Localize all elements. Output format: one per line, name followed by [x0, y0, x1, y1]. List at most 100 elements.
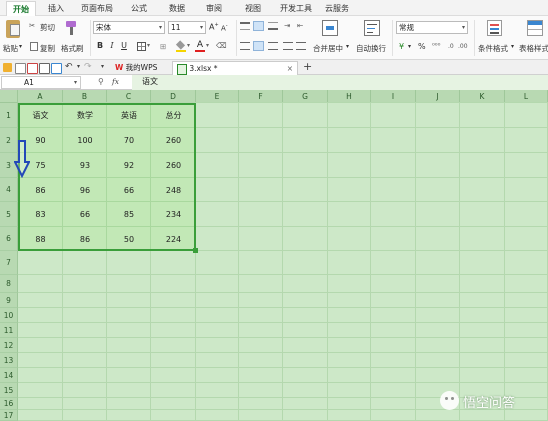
- copy-button[interactable]: 复制: [40, 43, 55, 54]
- tab-data[interactable]: 数据: [169, 3, 185, 14]
- table-cell[interactable]: 224: [151, 235, 196, 244]
- table-cell[interactable]: 248: [151, 186, 196, 195]
- table-cell[interactable]: 93: [63, 161, 107, 170]
- chevron-down-icon[interactable]: ▾: [408, 43, 411, 50]
- distributed-icon[interactable]: [296, 42, 306, 50]
- align-top-icon[interactable]: [240, 22, 250, 30]
- indent-icon[interactable]: ⇥: [284, 21, 290, 30]
- select-all-corner[interactable]: [0, 90, 18, 103]
- chevron-down-icon[interactable]: ▾: [187, 42, 190, 49]
- currency-button[interactable]: ¥: [399, 42, 404, 51]
- zoom-icon[interactable]: ⚲: [98, 77, 104, 86]
- row-header-12[interactable]: 12: [0, 338, 18, 353]
- table-cell[interactable]: 85: [107, 210, 151, 219]
- number-format-select[interactable]: 常规 ▾: [396, 21, 468, 34]
- tab-formulas[interactable]: 公式: [131, 3, 147, 14]
- row-header-13[interactable]: 13: [0, 353, 18, 368]
- row-header-11[interactable]: 11: [0, 323, 18, 338]
- wrap-text-icon[interactable]: [364, 20, 380, 36]
- copy-icon[interactable]: [30, 42, 38, 51]
- increase-decimal-icon[interactable]: .0: [448, 43, 454, 50]
- align-right-icon[interactable]: [268, 42, 278, 50]
- wrap-text-button[interactable]: 自动换行: [356, 43, 386, 54]
- cut-button[interactable]: 剪切: [40, 22, 55, 33]
- customize-toolbar-icon[interactable]: ▾: [101, 63, 104, 70]
- underline-button[interactable]: U: [119, 41, 129, 50]
- percent-button[interactable]: %: [418, 42, 426, 51]
- align-center-icon[interactable]: [253, 41, 264, 51]
- print-icon[interactable]: [39, 63, 50, 74]
- table-cell[interactable]: 92: [107, 161, 151, 170]
- redo-icon[interactable]: ↷: [84, 62, 92, 72]
- conditional-format-button[interactable]: 条件格式: [478, 43, 508, 54]
- table-header-cell[interactable]: 总分: [151, 110, 196, 121]
- table-cell[interactable]: 66: [107, 186, 151, 195]
- new-file-icon[interactable]: [15, 63, 26, 74]
- italic-button[interactable]: I: [107, 41, 117, 50]
- tab-review[interactable]: 审阅: [206, 3, 222, 14]
- row-header-16[interactable]: 16: [0, 398, 18, 410]
- format-painter-button[interactable]: 格式刷: [61, 43, 84, 54]
- table-cell[interactable]: 86: [63, 235, 107, 244]
- undo-icon[interactable]: ↶: [65, 62, 73, 72]
- chevron-down-icon[interactable]: ▾: [77, 63, 80, 70]
- chevron-down-icon[interactable]: ▾: [511, 43, 514, 50]
- row-header-7[interactable]: 7: [0, 251, 18, 275]
- outdent-icon[interactable]: ⇤: [297, 21, 303, 30]
- tab-insert[interactable]: 插入: [48, 3, 64, 14]
- paste-dropdown-icon[interactable]: ▾: [19, 43, 22, 50]
- justify-icon[interactable]: [283, 42, 293, 50]
- spreadsheet-grid[interactable]: ABCDEFGHIJKL 1 2 3 4 5 6 7 8 9 10 11 12 13 14 15 16 17 语…: [0, 90, 548, 421]
- row-header-1[interactable]: 1: [0, 103, 18, 128]
- row-header-15[interactable]: 15: [0, 383, 18, 398]
- row-header-6[interactable]: 6: [0, 227, 18, 251]
- merge-center-button[interactable]: 合并居中: [313, 43, 343, 54]
- font-size-select[interactable]: 11 ▾: [168, 21, 206, 34]
- table-cell[interactable]: 66: [63, 210, 107, 219]
- tab-cloud-service[interactable]: 云服务: [325, 3, 349, 14]
- decrease-font-icon[interactable]: A-: [221, 23, 228, 32]
- fill-handle[interactable]: [193, 248, 198, 253]
- table-header-cell[interactable]: 数学: [63, 110, 107, 121]
- chevron-down-icon[interactable]: ▾: [147, 42, 150, 49]
- table-cell[interactable]: 86: [18, 186, 63, 195]
- table-cell[interactable]: 260: [151, 136, 196, 145]
- align-middle-icon[interactable]: [253, 21, 264, 31]
- font-name-select[interactable]: 宋体 ▾: [93, 21, 165, 34]
- doc-tab-wps[interactable]: W 我的WPS: [111, 61, 171, 75]
- row-header-8[interactable]: 8: [0, 275, 18, 293]
- font-color-icon[interactable]: A: [195, 40, 205, 52]
- row-header-10[interactable]: 10: [0, 308, 18, 323]
- table-cell[interactable]: 234: [151, 210, 196, 219]
- bold-button[interactable]: B: [95, 41, 105, 50]
- increase-font-icon[interactable]: A+: [209, 22, 219, 32]
- table-cell[interactable]: 88: [18, 235, 63, 244]
- row-header-5[interactable]: 5: [0, 202, 18, 227]
- row-header-4[interactable]: 4: [0, 178, 18, 202]
- table-cell[interactable]: 260: [151, 161, 196, 170]
- tab-view[interactable]: 视图: [245, 3, 261, 14]
- name-box[interactable]: A1 ▾: [1, 76, 81, 89]
- thousands-separator-icon[interactable]: ⁰⁰⁰: [432, 42, 440, 50]
- table-style-icon[interactable]: [527, 20, 543, 36]
- paste-icon[interactable]: [6, 20, 20, 38]
- row-header-9[interactable]: 9: [0, 293, 18, 308]
- chevron-down-icon[interactable]: ▾: [346, 43, 349, 50]
- fill-color-icon[interactable]: [175, 40, 186, 52]
- close-icon[interactable]: ×: [287, 62, 293, 75]
- borders-icon[interactable]: [137, 42, 146, 51]
- table-cell[interactable]: 96: [63, 186, 107, 195]
- format-painter-icon[interactable]: [64, 21, 78, 35]
- print-preview-icon[interactable]: [51, 63, 62, 74]
- table-cell[interactable]: 50: [107, 235, 151, 244]
- function-button[interactable]: fx: [112, 77, 119, 86]
- new-tab-button[interactable]: +: [303, 60, 312, 73]
- table-cell[interactable]: 100: [63, 136, 107, 145]
- doc-tab-file[interactable]: 3.xlsx * ×: [172, 61, 298, 75]
- align-bottom-icon[interactable]: [268, 22, 278, 30]
- paste-button[interactable]: 粘贴: [3, 43, 18, 54]
- merge-center-icon[interactable]: [322, 20, 338, 36]
- tab-home[interactable]: 开始: [6, 1, 36, 16]
- open-folder-icon[interactable]: [3, 63, 12, 72]
- table-cell[interactable]: 83: [18, 210, 63, 219]
